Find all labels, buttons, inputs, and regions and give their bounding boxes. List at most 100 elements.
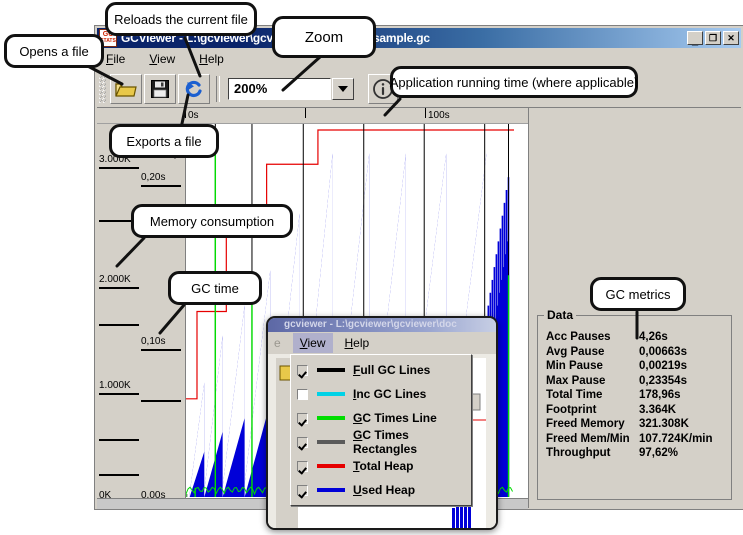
menu-view[interactable]: View (146, 51, 178, 67)
reload-arrow-icon (185, 80, 202, 97)
view-menu-item-full-gc-lines[interactable]: Full GC Lines (291, 358, 471, 382)
callout-running-time: Application running time (where applicab… (390, 66, 638, 98)
folder-open-icon (115, 82, 137, 97)
gc-metric-key: Freed Memory (546, 418, 625, 430)
gc-metric-row: Throughput 97,62% (546, 446, 731, 461)
view-menu-item-used-heap[interactable]: Used Heap (291, 478, 471, 502)
checkbox-icon[interactable] (297, 436, 308, 448)
view-menu-item-total-heap[interactable]: Total Heap (291, 454, 471, 478)
callout-text: Opens a file (19, 43, 89, 59)
callout-gc-time: GC time (168, 271, 262, 305)
callout-text: Reloads the current file (114, 11, 248, 27)
axis-minor-tick (99, 474, 139, 476)
y-axis: 3.000K 2.000K 1.000K 0K 0,20s 0,10s 0,00s (97, 124, 185, 509)
gc-metric-value: 0,00219s (639, 360, 687, 372)
view-menu-item-label: GC Times Rectangles (353, 428, 418, 456)
close-button[interactable]: ✕ (723, 31, 739, 45)
view-menu-item-label: GC Times Line (353, 411, 437, 425)
menu-window-body: Full GC Lines Inc GC Lines GC Times Line GC… (268, 354, 496, 528)
menu-window-file[interactable]: e (274, 336, 281, 350)
export-file-button[interactable] (144, 73, 176, 104)
ruler-tick (425, 108, 426, 118)
gc-metrics-list: Acc Pauses 4,26s Avg Pause 0,00663s Min Paus… (538, 316, 731, 461)
axis-minor-tick (141, 400, 181, 402)
axis-minor-tick (99, 324, 139, 326)
toolbar-separator (216, 75, 220, 102)
zoom-combobox[interactable]: 200% (228, 77, 354, 101)
view-menu-item-inc-gc-lines[interactable]: Inc GC Lines (291, 382, 471, 406)
gc-metric-row: Footprint 3.364K (546, 403, 731, 418)
open-file-button[interactable] (110, 73, 142, 104)
close-icon: ✕ (727, 33, 735, 43)
callout-text: Application running time (where applicab… (389, 74, 639, 90)
axis-tick (141, 349, 181, 351)
view-menu-item-label: Total Heap (353, 459, 414, 473)
reload-file-button[interactable] (178, 73, 210, 104)
axis-tick (99, 167, 139, 169)
color-swatch (317, 488, 345, 492)
callout-text: Exports a file (126, 133, 202, 149)
gc-metric-value: 321.308K (639, 418, 689, 430)
menu-window-view[interactable]: View (292, 333, 333, 353)
menu-window-help[interactable]: Help (345, 336, 370, 350)
callout-text: GC metrics (605, 286, 671, 302)
maximize-button[interactable]: ❐ (705, 31, 721, 45)
callout-opens-a-file: Opens a file (4, 34, 104, 68)
color-swatch (317, 464, 345, 468)
window-controls: _ ❐ ✕ (687, 31, 739, 47)
gctime-axis-label: 0,20s (141, 172, 166, 183)
gc-metric-key: Freed Mem/Min (546, 432, 630, 445)
menu-file[interactable]: File (103, 51, 128, 67)
gc-metric-row: Min Pause 0,00219s (546, 359, 731, 374)
ruler-tick (305, 108, 306, 118)
axis-tick (99, 393, 139, 395)
callout-gc-metrics: GC metrics (590, 277, 686, 311)
color-swatch (317, 368, 345, 372)
zoom-dropdown-button[interactable] (332, 77, 354, 100)
view-menu-item-gc-times-line[interactable]: GC Times Line (291, 406, 471, 430)
gc-metric-key: Max Pause (546, 374, 606, 387)
gc-metric-key: Min Pause (546, 360, 603, 372)
gc-metric-row: Freed Memory 321.308K (546, 417, 731, 432)
checkbox-icon[interactable] (297, 388, 308, 400)
checkbox-icon[interactable] (297, 484, 308, 496)
view-menu-floating-window: gcviewer - L:\gcviewer\gcviewer\doc e Vi… (266, 316, 498, 530)
axis-tick (99, 287, 139, 289)
checkbox-icon[interactable] (297, 364, 308, 376)
minimize-button[interactable]: _ (687, 31, 703, 47)
menu-help[interactable]: Help (196, 51, 227, 67)
gc-metric-key: Avg Pause (546, 345, 605, 358)
toolbar-grip[interactable] (99, 74, 106, 103)
gc-metric-value: 107.724K/min (639, 432, 713, 445)
view-menu-item-label: Inc GC Lines (353, 387, 427, 401)
color-swatch (317, 392, 345, 396)
menu-view-label: iew (157, 51, 176, 66)
menu-file-label: ile (113, 51, 126, 66)
color-swatch (317, 416, 345, 420)
view-menu-item-label: Full GC Lines (353, 363, 431, 377)
ruler-tick (185, 108, 186, 118)
view-menu-item-label: Used Heap (353, 483, 416, 497)
menu-window-title: gcviewer - L:\gcviewer\gcviewer\doc (268, 318, 496, 332)
checkbox-icon[interactable] (297, 460, 308, 472)
callout-text: Zoom (304, 28, 344, 46)
gctime-axis-label: 0,10s (141, 336, 166, 347)
callout-exports-a-file: Exports a file (109, 124, 219, 158)
checkbox-icon[interactable] (297, 412, 308, 424)
memory-axis-label: 2.000K (99, 274, 131, 285)
gc-metric-value: 3.364K (639, 403, 677, 416)
callout-text: Memory consumption (149, 213, 275, 229)
view-menu-item-gc-times-rectangles[interactable]: GC Times Rectangles (291, 428, 471, 456)
gc-metric-row: Acc Pauses 4,26s (546, 330, 731, 345)
gc-metric-value: 97,62% (639, 447, 679, 459)
gc-metric-value: 178,96s (639, 389, 681, 401)
gc-metric-value: 0,23354s (639, 374, 687, 387)
ruler-label: 0s (188, 110, 199, 121)
gc-metric-key: Throughput (546, 447, 611, 459)
axis-tick (141, 185, 181, 187)
zoom-input[interactable]: 200% (228, 77, 331, 100)
gc-metric-key: Total Time (546, 389, 603, 401)
gc-metric-row: Avg Pause 0,00663s (546, 345, 731, 360)
gc-metric-row: Freed Mem/Min 107.724K/min (546, 432, 731, 447)
callout-memory: Memory consumption (131, 204, 293, 238)
